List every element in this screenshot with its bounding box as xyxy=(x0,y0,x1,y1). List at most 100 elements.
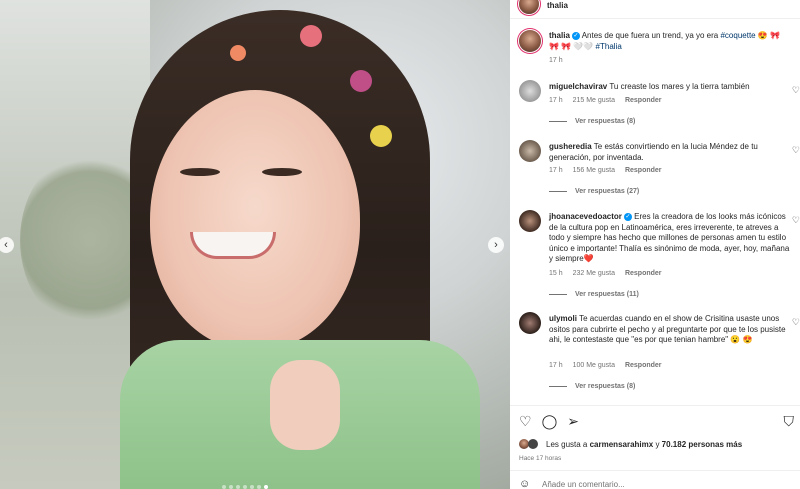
comment-time: 15 h xyxy=(549,270,563,277)
view-replies-label: Ver respuestas (11) xyxy=(575,291,639,298)
comment-text: gusheredia Te estás convirtiendo en la l… xyxy=(549,142,794,163)
divider xyxy=(510,470,800,471)
comment-input[interactable]: Añade un comentario... xyxy=(542,480,625,489)
comment-like-heart-icon[interactable]: ♡ xyxy=(792,317,800,328)
smiley-icon[interactable]: ☺ xyxy=(519,478,530,489)
comment-bubble-icon[interactable]: ◯ xyxy=(542,413,558,430)
view-replies-button[interactable]: Ver respuestas (11) xyxy=(549,291,639,298)
caption-emojis: 🎀 🎀 🤍🤍 xyxy=(549,41,594,51)
comment-likes[interactable]: 156 Me gusta xyxy=(573,167,615,174)
comment-like-heart-icon[interactable]: ♡ xyxy=(792,145,800,156)
caption-avatar[interactable] xyxy=(519,30,541,52)
post-actions: ♡ ◯ ➢ xyxy=(519,413,579,430)
comment-text: miguelchavirav Tu creaste los mares y la… xyxy=(549,82,794,93)
comment-like-heart-icon[interactable]: ♡ xyxy=(792,215,800,226)
hashtag-link[interactable]: #Thalia xyxy=(596,42,622,51)
caption-time: 17 h xyxy=(549,57,563,64)
carousel-dot xyxy=(243,485,247,489)
author-avatar[interactable] xyxy=(519,0,539,14)
commenter-avatar[interactable] xyxy=(519,210,541,232)
liker-avatar[interactable] xyxy=(528,439,538,449)
bookmark-icon[interactable]: ⛉ xyxy=(784,413,795,430)
commenter-avatar[interactable] xyxy=(519,140,541,162)
view-replies-button[interactable]: Ver respuestas (8) xyxy=(549,118,635,125)
image-smile xyxy=(190,232,276,259)
comment-username[interactable]: ulymoli xyxy=(549,314,577,323)
image-hand xyxy=(270,360,340,450)
comment-time: 17 h xyxy=(549,362,563,369)
comment-time: 17 h xyxy=(549,167,563,174)
carousel-dot xyxy=(257,485,261,489)
post-image[interactable]: ‹ › xyxy=(0,0,510,489)
comment-likes[interactable]: 215 Me gusta xyxy=(573,97,615,104)
comment-meta: 17 h 156 Me gusta Responder xyxy=(549,167,670,174)
comment-username[interactable]: jhoanacevedoactor xyxy=(549,212,622,221)
comment-item: ulymoli Te acuerdas cuando en el show de… xyxy=(519,312,800,397)
hashtag-link[interactable]: #coquette xyxy=(720,31,755,40)
comment-like-heart-icon[interactable]: ♡ xyxy=(792,85,800,96)
posted-ago: Hace 17 horas xyxy=(519,455,562,462)
comment-body: Tu creaste los mares y la tierra también xyxy=(609,82,750,91)
comment-item: jhoanacevedoactor ✓ Eres la creadora de l… xyxy=(519,210,800,300)
liked-by-prefix: Les gusta a xyxy=(546,440,588,449)
commenter-avatar[interactable] xyxy=(519,312,541,334)
comment-meta: 17 h 100 Me gusta Responder xyxy=(549,362,670,369)
heart-outline-icon[interactable]: ♡ xyxy=(519,413,532,430)
carousel-dot xyxy=(222,485,226,489)
image-hair-flower xyxy=(350,70,372,92)
commenter-avatar[interactable] xyxy=(519,80,541,102)
post-header: thalia xyxy=(510,0,800,19)
carousel-dot xyxy=(250,485,254,489)
comment-likes[interactable]: 232 Me gusta xyxy=(573,270,615,277)
liked-by-connector: y xyxy=(655,440,660,449)
reply-button[interactable]: Responder xyxy=(625,270,662,277)
image-hair-flower xyxy=(300,25,322,47)
comment-item: gusheredia Te estás convirtiendo en la l… xyxy=(519,140,800,200)
comment-text: ulymoli Te acuerdas cuando en el show de… xyxy=(549,314,794,346)
comment-time: 17 h xyxy=(549,97,563,104)
image-hair-flower xyxy=(370,125,392,147)
image-eye-left xyxy=(180,168,220,176)
next-image-chevron-icon[interactable]: › xyxy=(488,237,504,253)
comment-body: Te acuerdas cuando en el show de Crisiti… xyxy=(549,314,786,344)
reply-button[interactable]: Responder xyxy=(625,362,662,369)
paper-plane-icon[interactable]: ➢ xyxy=(567,413,579,430)
replies-line xyxy=(549,120,567,122)
comment-likes[interactable]: 100 Me gusta xyxy=(573,362,615,369)
divider xyxy=(510,405,800,406)
caption-body: Antes de que fuera un trend, ya yo era xyxy=(581,31,719,40)
comment-username[interactable]: gusheredia xyxy=(549,142,592,151)
liked-by-user[interactable]: carmensarahimx xyxy=(590,440,654,449)
replies-line xyxy=(549,385,567,387)
caption-username[interactable]: thalia xyxy=(549,31,570,40)
comment-username[interactable]: miguelchavirav xyxy=(549,82,607,91)
liked-by: Les gusta a carmensarahimx y 70.182 pers… xyxy=(519,439,743,449)
view-replies-label: Ver respuestas (8) xyxy=(575,383,636,390)
author-username[interactable]: thalia xyxy=(547,1,568,10)
carousel-dot-active xyxy=(264,485,268,489)
replies-line xyxy=(549,190,567,192)
post-caption: thalia ✓ Antes de que fuera un trend, ya … xyxy=(519,30,800,64)
comment-text: jhoanacevedoactor ✓ Eres la creadora de l… xyxy=(549,212,794,265)
view-replies-button[interactable]: Ver respuestas (8) xyxy=(549,383,635,390)
carousel-dot xyxy=(236,485,240,489)
caption-text: thalia ✓ Antes de que fuera un trend, ya … xyxy=(549,31,794,52)
reply-button[interactable]: Responder xyxy=(625,167,662,174)
post-side-panel: thalia thalia ✓ Antes de que fuera un tre… xyxy=(510,0,800,489)
reply-button[interactable]: Responder xyxy=(625,97,662,104)
view-replies-label: Ver respuestas (27) xyxy=(575,188,640,195)
view-replies-label: Ver respuestas (8) xyxy=(575,118,636,125)
carousel-dot xyxy=(229,485,233,489)
comment-meta: 15 h 232 Me gusta Responder xyxy=(549,270,670,277)
verified-badge-icon: ✓ xyxy=(571,31,580,40)
replies-line xyxy=(549,293,567,295)
image-face xyxy=(150,90,360,350)
view-replies-button[interactable]: Ver respuestas (27) xyxy=(549,188,639,195)
caption-emojis: 😍 🎀 xyxy=(757,31,780,40)
verified-badge-icon: ✓ xyxy=(623,212,632,221)
comment-item: miguelchavirav Tu creaste los mares y la… xyxy=(519,80,800,130)
carousel-dots xyxy=(222,485,268,489)
liked-by-count[interactable]: 70.182 personas más xyxy=(662,440,743,449)
add-comment-box[interactable]: ☺ Añade un comentario... xyxy=(519,478,625,489)
comment-meta: 17 h 215 Me gusta Responder xyxy=(549,97,670,104)
